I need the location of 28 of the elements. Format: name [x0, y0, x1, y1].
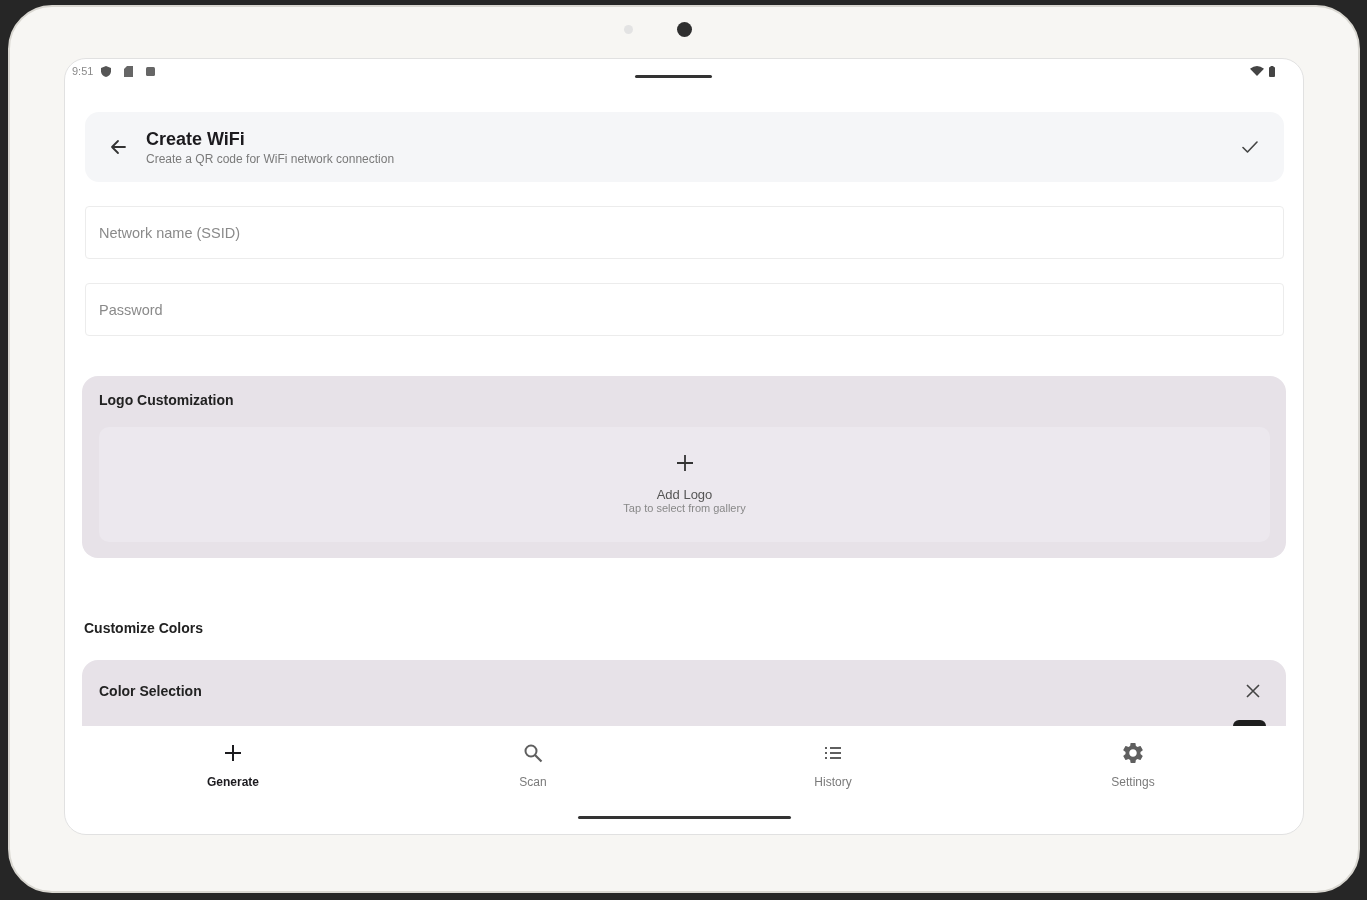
battery-icon [1269, 65, 1275, 77]
card-title: Logo Customization [99, 391, 235, 409]
back-arrow-icon[interactable] [110, 139, 126, 155]
wifi-icon [1250, 66, 1264, 76]
settings-icon [1123, 743, 1143, 763]
plus-icon [223, 743, 243, 763]
shield-icon [101, 65, 112, 77]
search-icon [523, 743, 543, 763]
card-title: Color Selection [99, 682, 202, 700]
add-logo-label: Add Logo [656, 486, 713, 502]
add-logo-hint: Tap to select from gallery [623, 501, 746, 515]
camera-icon [676, 22, 692, 37]
section-heading: Customize Colors [84, 619, 204, 637]
add-logo-tile[interactable]: Add Logo Tap to select from gallery [99, 427, 1270, 542]
ssid-field[interactable]: Network name (SSID) [85, 206, 1284, 259]
status-time: 9:51 [72, 65, 94, 77]
close-icon[interactable] [1246, 684, 1260, 698]
nav-tab[interactable]: Settings [1099, 739, 1167, 793]
page-title: Create WiFi [146, 128, 246, 150]
sd-card-icon [124, 65, 134, 77]
nav-tab[interactable]: Scan [507, 739, 559, 793]
nav-tab[interactable]: History [802, 739, 864, 793]
plus-icon [676, 454, 693, 471]
square-icon [146, 66, 156, 76]
check-icon[interactable] [1242, 141, 1258, 153]
password-field[interactable]: Password [85, 283, 1284, 336]
nav-tab[interactable]: Generate [195, 739, 271, 793]
page-subtitle: Create a QR code for WiFi network connection [146, 152, 395, 166]
